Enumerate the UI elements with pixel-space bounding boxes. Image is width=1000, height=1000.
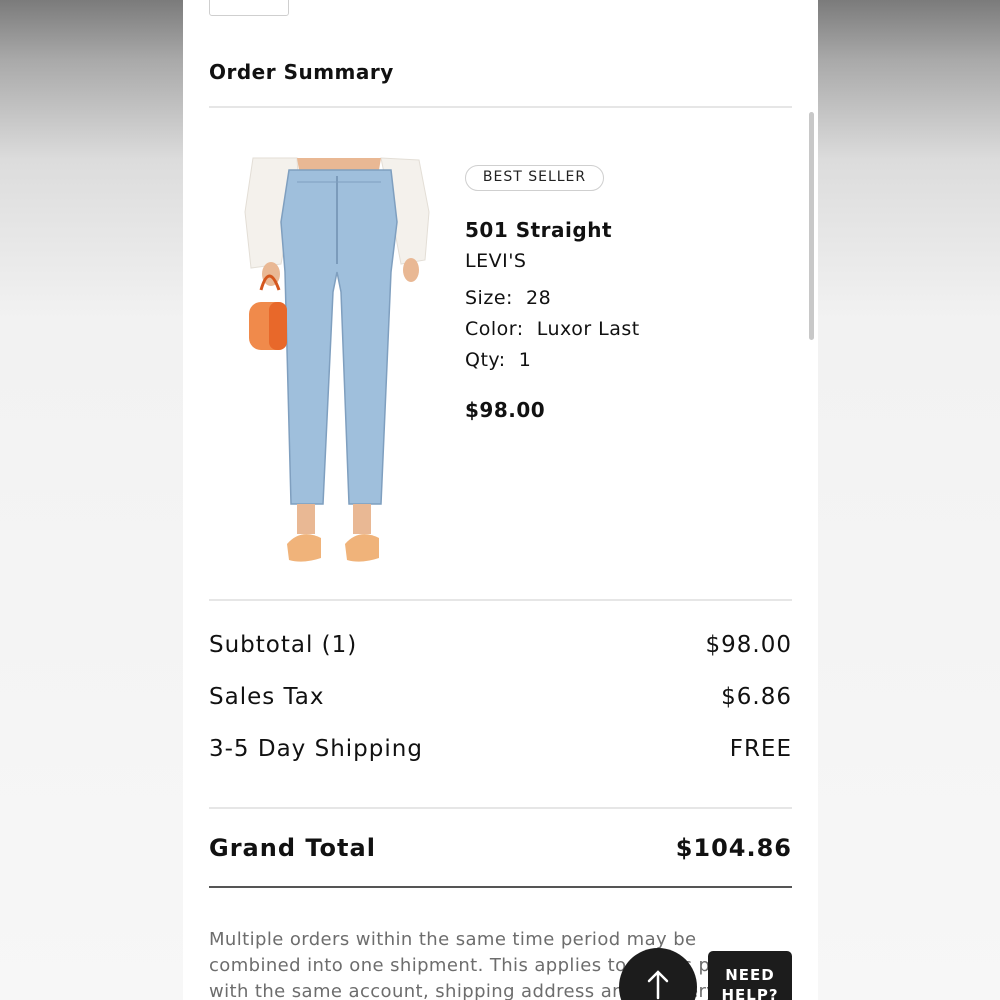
- sales-tax-label: Sales Tax: [209, 684, 325, 710]
- product-price: $98.00: [465, 398, 546, 422]
- product-color: Color: Luxor Last: [465, 318, 640, 340]
- subtotal-value: $98.00: [705, 632, 792, 658]
- need-help-line1: NEED: [725, 966, 775, 984]
- product-image: [244, 157, 430, 562]
- need-help-line2: HELP?: [721, 986, 779, 1000]
- product-brand[interactable]: LEVI'S: [465, 250, 526, 272]
- divider: [209, 807, 792, 809]
- grand-total-value: $104.86: [675, 834, 792, 862]
- arrow-up-icon: [647, 970, 669, 1000]
- scrollbar[interactable]: [809, 112, 814, 340]
- shipping-value: FREE: [729, 736, 792, 762]
- need-help-button[interactable]: NEED HELP?: [708, 951, 792, 1000]
- product-name[interactable]: 501 Straight: [465, 218, 612, 242]
- grand-total-label: Grand Total: [209, 834, 376, 862]
- edit-button[interactable]: [209, 0, 289, 16]
- shipping-label: 3-5 Day Shipping: [209, 736, 423, 762]
- divider: [209, 106, 792, 108]
- order-summary-title: Order Summary: [209, 60, 394, 84]
- shipment-note: Multiple orders within the same time per…: [209, 929, 760, 1000]
- sales-tax-value: $6.86: [721, 684, 792, 710]
- subtotal-label: Subtotal (1): [209, 632, 358, 658]
- scroll-to-top-button[interactable]: [619, 948, 697, 1000]
- product-size: Size: 28: [465, 287, 552, 309]
- divider: [209, 599, 792, 601]
- product-qty: Qty: 1: [465, 349, 532, 371]
- divider: [209, 886, 792, 888]
- best-seller-badge: BEST SELLER: [465, 165, 604, 191]
- checkout-screen: Order Summary BEST SELLER 501 Straight L…: [183, 0, 818, 1000]
